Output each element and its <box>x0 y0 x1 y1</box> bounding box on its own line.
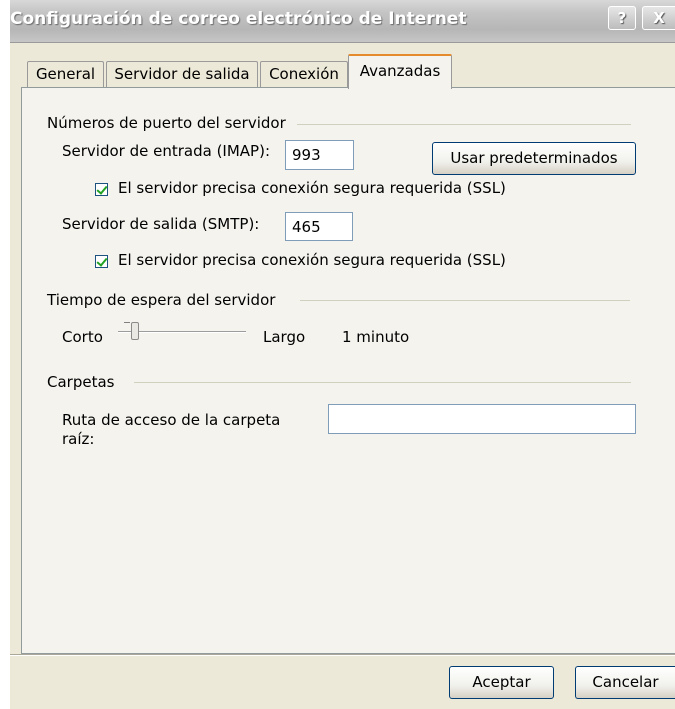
tab-general[interactable]: General <box>27 61 104 87</box>
timeout-group-label: Tiempo de espera del servidor <box>47 291 276 309</box>
use-defaults-button[interactable]: Usar predeterminados <box>432 142 636 175</box>
slider-tick <box>124 322 130 323</box>
outgoing-port-input[interactable]: 465 <box>285 212 353 241</box>
ok-button[interactable]: Aceptar <box>449 666 554 699</box>
incoming-port-input[interactable]: 993 <box>285 140 354 170</box>
folders-group-divider <box>134 382 631 383</box>
timeout-long-label: Largo <box>263 328 306 346</box>
root-path-label-line1: Ruta de acceso de la carpeta <box>62 411 281 429</box>
settings-dialog: Configuración de correo electrónico de I… <box>10 0 675 709</box>
question-mark-icon: ? <box>617 9 627 27</box>
outgoing-ssl-checkbox[interactable] <box>95 255 108 268</box>
outgoing-port-label: Servidor de salida (SMTP): <box>62 215 260 233</box>
timeout-value: 1 minuto <box>342 328 410 346</box>
root-path-input[interactable] <box>328 404 636 434</box>
outgoing-ssl-label: El servidor precisa conexión segura requ… <box>118 251 506 269</box>
incoming-port-label: Servidor de entrada (IMAP): <box>62 142 271 160</box>
close-button[interactable]: X <box>642 6 675 30</box>
tab-connection[interactable]: Conexión <box>260 61 348 87</box>
title-bar[interactable]: Configuración de correo electrónico de I… <box>10 0 675 43</box>
folders-group-label: Carpetas <box>47 373 115 391</box>
footer-divider <box>10 654 675 656</box>
ports-group-divider <box>297 124 631 125</box>
cancel-button[interactable]: Cancelar <box>575 666 675 699</box>
tab-outgoing-server[interactable]: Servidor de salida <box>106 61 258 87</box>
root-path-label-line2: raíz: <box>62 430 95 448</box>
timeout-slider-thumb[interactable] <box>130 322 139 340</box>
close-icon: X <box>653 9 665 27</box>
window-title: Configuración de correo electrónico de I… <box>10 9 467 29</box>
timeout-short-label: Corto <box>62 328 103 346</box>
help-button[interactable]: ? <box>608 6 636 30</box>
tab-advanced[interactable]: Avanzadas <box>348 54 452 89</box>
incoming-ssl-label: El servidor precisa conexión segura requ… <box>118 179 506 197</box>
timeout-group-divider <box>300 300 630 301</box>
ports-group-label: Números de puerto del servidor <box>47 114 286 132</box>
incoming-ssl-checkbox[interactable] <box>95 183 108 196</box>
